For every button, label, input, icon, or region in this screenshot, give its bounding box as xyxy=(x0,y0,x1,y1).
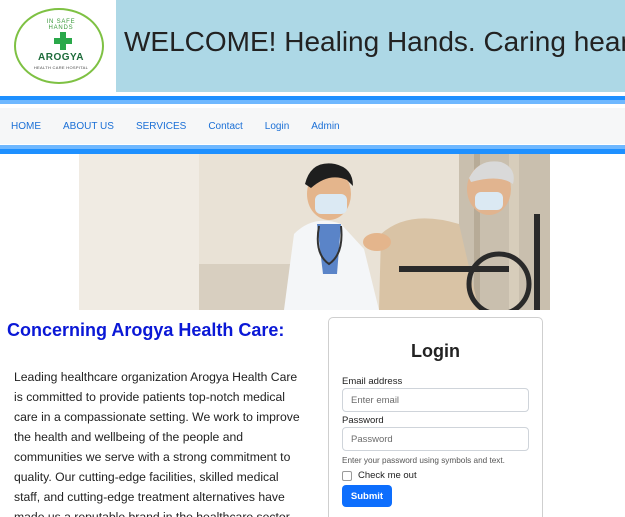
check-me-out-row[interactable]: Check me out xyxy=(342,470,417,481)
submit-button[interactable]: Submit xyxy=(342,485,392,507)
welcome-banner: WELCOME! Healing Hands. Caring hearts xyxy=(116,0,625,92)
password-label: Password xyxy=(342,415,384,426)
logo-subtitle: HEALTH CARE HOSPITAL xyxy=(33,65,89,70)
password-field[interactable] xyxy=(342,427,529,451)
about-text: Leading healthcare organization Arogya H… xyxy=(14,370,300,517)
main-nav: HOME ABOUT US SERVICES Contact Login Adm… xyxy=(0,108,625,144)
medical-cross-icon xyxy=(54,32,72,50)
about-title: Concerning Arogya Health Care: xyxy=(7,320,285,340)
hero-image xyxy=(79,154,550,310)
email-label: Email address xyxy=(342,376,403,387)
check-me-out-checkbox[interactable] xyxy=(342,470,352,481)
doctor-patient-photo xyxy=(79,154,550,310)
email-field[interactable] xyxy=(342,388,529,412)
nav-admin[interactable]: Admin xyxy=(311,121,339,132)
nav-contact[interactable]: Contact xyxy=(208,121,242,132)
nav-about-us[interactable]: ABOUT US xyxy=(63,121,114,132)
logo-emblem: IN SAFE HANDS AROGYA HEALTH CARE HOSPITA… xyxy=(14,8,104,84)
nav-services[interactable]: SERVICES xyxy=(136,121,186,132)
password-help-text: Enter your password using symbols and te… xyxy=(342,456,505,465)
login-card: Login Email address Password Enter your … xyxy=(328,317,543,517)
nav-login[interactable]: Login xyxy=(265,121,289,132)
check-me-out-label: Check me out xyxy=(358,470,417,481)
login-title: Login xyxy=(411,341,460,361)
site-header: IN SAFE HANDS AROGYA HEALTH CARE HOSPITA… xyxy=(0,0,625,92)
logo[interactable]: IN SAFE HANDS AROGYA HEALTH CARE HOSPITA… xyxy=(0,0,116,92)
logo-tagline: IN SAFE HANDS xyxy=(46,19,76,31)
nav-stripe-top-light xyxy=(0,100,625,104)
page-title: WELCOME! Healing Hands. Caring hearts xyxy=(124,26,625,57)
logo-name: AROGYA xyxy=(38,52,84,63)
nav-home[interactable]: HOME xyxy=(11,121,41,132)
